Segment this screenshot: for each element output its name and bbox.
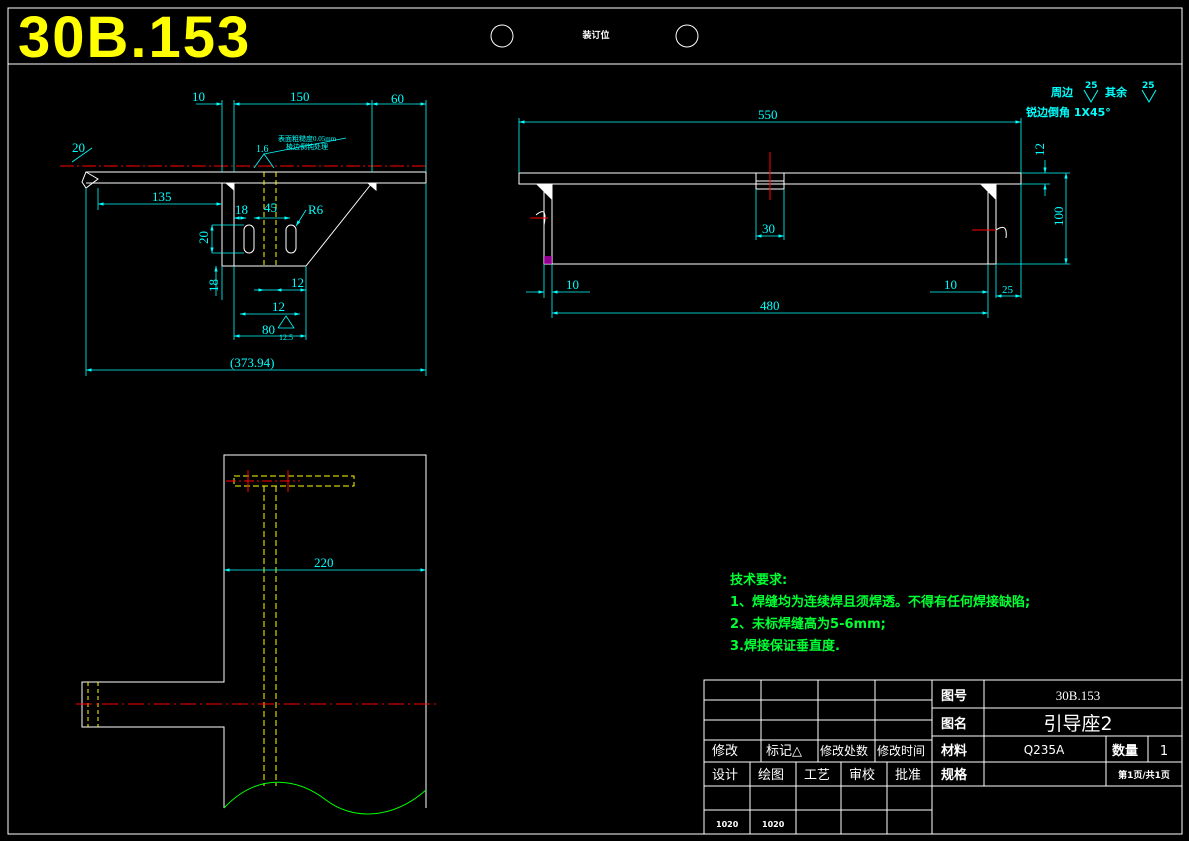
side-dimensions	[518, 118, 1070, 318]
tech-req-item-3: 3.焊接保证垂直度.	[730, 639, 840, 654]
perimeter-value: 25	[1085, 81, 1098, 91]
revision-header-3: 修改时间	[877, 743, 925, 758]
role-header-1: 绘图	[758, 768, 784, 783]
role-header-3: 审校	[849, 767, 875, 783]
plan-view	[81, 454, 427, 808]
tech-req-item-1: 1、焊缝均为连续焊且须焊透。不得有任何焊接缺陷;	[730, 595, 1031, 610]
sheet-info: 第1页/共1页	[1118, 769, 1170, 781]
weld-symbols: 周边 25 其余 25 锐边倒角 1X45°	[1026, 81, 1157, 119]
dim-100: 100	[1051, 207, 1066, 227]
chamfer-note: 锐边倒角 1X45°	[1026, 105, 1111, 119]
dim-80: 80	[262, 322, 275, 337]
binding-circle-left	[490, 24, 514, 48]
dim-10-left: 10	[566, 277, 579, 292]
dim-150: 150	[290, 89, 310, 104]
side-weld-hatch	[544, 256, 552, 264]
dim-18b: 18	[206, 279, 221, 292]
dim-overall: (373.94)	[230, 355, 274, 370]
material-label: 材料	[941, 743, 967, 759]
revision-header-1: 标记△	[766, 744, 802, 759]
drawing-name-value: 引导座2	[1043, 713, 1112, 735]
dim-480: 480	[760, 298, 780, 313]
side-dimension-text: 550 12 100 30 10 10 25 480	[566, 107, 1066, 313]
sheet-border	[7, 7, 1183, 835]
title-block-text: 图号 30B.153 图名 引导座2 材料 Q235A 数量 1 规格 第1页/…	[712, 688, 1170, 829]
dim-10: 10	[192, 89, 205, 104]
role-header-2: 工艺	[804, 768, 830, 783]
tech-req-title: 技术要求:	[730, 573, 788, 588]
binding-circle-right	[675, 24, 699, 48]
role-header-4: 批准	[895, 768, 921, 783]
drawing-sheet: 装订位 10 150 60 20 135 18 45 R6 20 18 12 1…	[7, 7, 1183, 835]
perimeter-label: 周边	[1051, 85, 1074, 99]
binding-label: 装订位	[581, 29, 609, 41]
dim-10-right: 10	[944, 277, 957, 292]
spec-label: 规格	[941, 767, 968, 783]
others-label: 其余	[1105, 85, 1128, 99]
tech-req-item-2: 2、未标焊缝高为5-6mm;	[730, 617, 886, 632]
code-1: 1020	[762, 820, 785, 829]
dim-25: 25	[1002, 284, 1014, 296]
front-note-line1: 表面粗糙度0.05mm	[278, 134, 337, 143]
technical-requirements: 技术要求: 1、焊缝均为连续焊且须焊透。不得有任何焊接缺陷; 2、未标焊缝高为5…	[730, 570, 1030, 658]
quantity-label: 数量	[1112, 743, 1138, 759]
drawing-no-label: 图号	[941, 689, 967, 704]
dim-12-thickness: 12	[1032, 143, 1047, 156]
code-0: 1020	[716, 820, 739, 829]
role-header-0: 设计	[712, 768, 738, 783]
dim-220: 220	[314, 555, 334, 570]
dim-r6: R6	[308, 202, 324, 217]
dim-135: 135	[152, 189, 172, 204]
dim-12b: 12	[272, 299, 285, 314]
material-value: Q235A	[1024, 743, 1065, 757]
dim-30: 30	[762, 221, 775, 236]
plan-break-line	[223, 781, 427, 815]
surface-symbol-a: 1.6	[256, 144, 269, 155]
surface-symbol-b: 12.5	[279, 333, 293, 342]
dim-20-angle: 20	[72, 140, 85, 155]
front-note-line2: 棱边倒钝处理	[286, 142, 328, 151]
front-dimension-text: 10 150 60 20 135 18 45 R6 20 18 12 12 80…	[72, 89, 404, 370]
revision-header-2: 修改处数	[820, 743, 868, 758]
revision-header-0: 修改	[712, 744, 738, 759]
dim-20-slot: 20	[196, 231, 211, 244]
dim-45: 45	[264, 200, 277, 215]
dim-12a: 12	[291, 275, 304, 290]
front-dimensions	[71, 100, 427, 376]
quantity-value: 1	[1160, 744, 1168, 759]
dim-60: 60	[391, 91, 404, 106]
others-value: 25	[1142, 81, 1155, 91]
front-view	[81, 171, 427, 267]
dim-550: 550	[758, 107, 778, 122]
dim-18a: 18	[235, 202, 248, 217]
drawing-no-value: 30B.153	[1056, 688, 1100, 703]
drawing-name-label: 图名	[941, 716, 967, 732]
